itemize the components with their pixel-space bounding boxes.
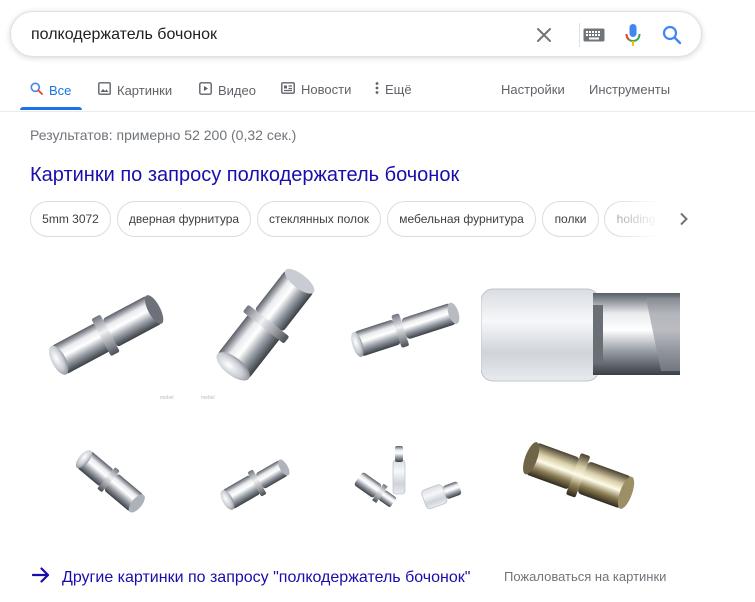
more-vert-icon xyxy=(375,82,379,97)
tab-images[interactable]: Картинки xyxy=(98,82,172,98)
image-result-2[interactable]: mebel xyxy=(195,253,335,405)
tab-label: Картинки xyxy=(117,82,173,98)
image-result-5[interactable] xyxy=(30,411,187,556)
report-images-link[interactable]: Пожаловаться на картинки xyxy=(504,569,666,584)
filter-chip[interactable]: дверная фурнитура xyxy=(117,201,251,237)
filter-chip[interactable]: мебельная фурнитура xyxy=(387,201,536,237)
image-result-8[interactable] xyxy=(488,411,680,556)
search-icon[interactable] xyxy=(660,23,684,47)
svg-text:mebel: mebel xyxy=(160,395,174,401)
search-tabs: Все Картинки Видео Новости Ещё Настройки… xyxy=(0,70,755,112)
tab-label: Ещё xyxy=(385,82,412,97)
tab-label: Все xyxy=(49,82,72,98)
image-result-3[interactable] xyxy=(343,253,475,405)
tab-label: Настройки xyxy=(501,82,565,97)
images-section-title[interactable]: Картинки по запросу полкодержатель бочон… xyxy=(30,164,459,187)
tab-video[interactable]: Видео xyxy=(199,82,256,98)
video-icon xyxy=(199,82,212,98)
search-box-divider xyxy=(579,23,580,47)
arrow-right-icon xyxy=(31,567,50,588)
tab-more[interactable]: Ещё xyxy=(375,82,412,97)
results-count: Результатов: примерно 52 200 (0,32 сек.) xyxy=(30,127,297,143)
close-icon[interactable] xyxy=(532,23,556,47)
image-result-7[interactable] xyxy=(343,430,475,544)
tab-tools[interactable]: Инструменты xyxy=(589,82,670,97)
image-icon xyxy=(98,82,111,98)
image-result-4[interactable] xyxy=(481,253,680,405)
image-result-6[interactable] xyxy=(195,411,335,556)
search-box xyxy=(10,11,702,57)
more-images-text: Другие картинки по запросу "полкодержате… xyxy=(62,568,471,586)
svg-text:mebel: mebel xyxy=(201,395,215,401)
tab-label: Новости xyxy=(301,82,352,97)
filter-chip[interactable]: полки xyxy=(542,201,599,237)
filter-chip[interactable]: стеклянных полок xyxy=(257,201,381,237)
tab-label: Видео xyxy=(218,82,256,98)
tab-all[interactable]: Все xyxy=(30,82,71,98)
search-input[interactable] xyxy=(31,24,511,46)
tab-label: Инструменты xyxy=(589,82,671,97)
more-images-link[interactable]: Другие картинки по запросу "полкодержате… xyxy=(31,567,471,588)
tab-settings[interactable]: Настройки xyxy=(501,82,565,97)
microphone-icon[interactable] xyxy=(621,23,645,47)
chevron-right-icon[interactable] xyxy=(672,207,696,231)
image-result-1[interactable]: mebel xyxy=(30,253,187,405)
chip-fade-overlay xyxy=(612,200,672,238)
news-icon xyxy=(281,82,295,97)
keyboard-icon[interactable] xyxy=(582,23,606,47)
active-tab-indicator xyxy=(20,107,82,110)
tab-news[interactable]: Новости xyxy=(281,82,351,97)
search-icon xyxy=(30,82,43,98)
filter-chip[interactable]: 5mm 3072 xyxy=(30,201,111,237)
